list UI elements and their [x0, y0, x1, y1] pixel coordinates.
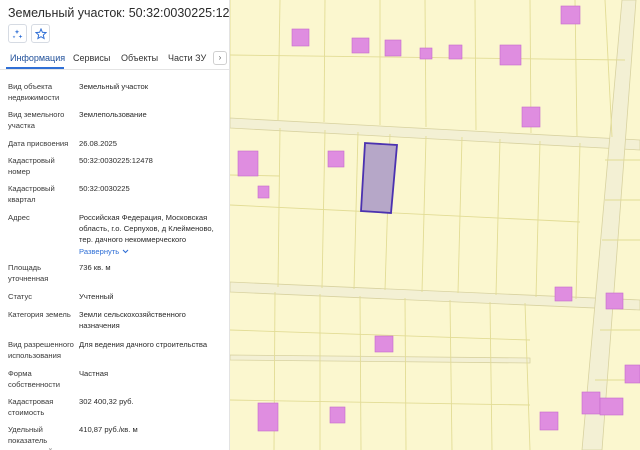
- expand-label: Развернуть: [79, 247, 120, 256]
- tabs-scroll-button[interactable]: ›: [213, 51, 227, 65]
- road: [230, 117, 640, 151]
- chevron-right-icon: ›: [218, 53, 222, 62]
- map-canvas[interactable]: [230, 0, 640, 450]
- row-value-object-type: Земельный участок: [79, 82, 149, 91]
- address-text: Российская Федерация, Московская область…: [79, 213, 214, 244]
- row-value-permitted-use: Для ведения дачного строительства: [79, 340, 208, 349]
- row-value-address: Российская Федерация, Московская область…: [79, 212, 225, 257]
- map-pin-sparkle-icon: [12, 29, 22, 38]
- row-label-cadastral-quarter: Кадастровый квартал: [8, 184, 55, 204]
- row-label-address: Адрес: [8, 213, 30, 222]
- row-label-parcel-type: Вид земельного участка: [8, 110, 65, 130]
- selected-parcel[interactable]: [360, 142, 398, 214]
- row-label-ownership: Форма собственности: [8, 369, 60, 389]
- row-value-assigned-date: 26.08.2025: [79, 139, 118, 148]
- tab-objects[interactable]: Объекты: [121, 53, 158, 63]
- row-label-assigned-date: Дата присвоения: [8, 139, 69, 148]
- row-value-area: 736 кв. м: [79, 263, 111, 272]
- cadastral-map[interactable]: [230, 0, 640, 450]
- row-value-parcel-type: Землепользование: [79, 110, 147, 119]
- row-label-specific-value: Удельный показатель кадастровой: [8, 425, 53, 450]
- row-label-permitted-use: Вид разрешенного использования: [8, 340, 74, 360]
- row-value-cadastral-quarter[interactable]: 50:32:0030225: [79, 183, 225, 194]
- row-value-specific-value: 410,87 руб./кв. м: [79, 425, 138, 434]
- page-title: Земельный участок: 50:32:0030225:12478: [8, 6, 230, 20]
- row-value-land-category: Земли сельскохозяйственного назначения: [79, 310, 186, 330]
- active-tab-indicator: [6, 67, 64, 69]
- row-value-cadastral-number[interactable]: 50:32:0030225:12478: [79, 155, 225, 166]
- tab-bar: Информация Сервисы Объекты Части ЗУ ›: [0, 48, 229, 70]
- row-value-cadastral-value: 302 400,32 руб.: [79, 397, 134, 406]
- row-label-cadastral-number: Кадастровый номер: [8, 156, 55, 176]
- row-label-area: Площадь уточненная: [8, 263, 49, 283]
- row-label-status: Статус: [8, 292, 33, 301]
- map-pin-sparkle-button[interactable]: [8, 24, 27, 43]
- chevron-down-icon: [122, 249, 129, 254]
- info-panel: Земельный участок: 50:32:0030225:12478 И…: [0, 0, 230, 450]
- tab-info[interactable]: Информация: [10, 53, 65, 63]
- expand-address-link[interactable]: Развернуть: [79, 246, 129, 257]
- row-value-ownership: Частная: [79, 369, 109, 378]
- row-label-land-category: Категория земель: [8, 310, 71, 319]
- row-label-cadastral-value: Кадастровая стоимость: [8, 397, 54, 417]
- star-icon: [34, 27, 47, 40]
- buildings: [237, 5, 640, 432]
- parcel-lines: [230, 0, 640, 450]
- row-label-object-type: Вид объекта недвижимости: [8, 82, 60, 102]
- road: [230, 281, 640, 311]
- tab-parcel-parts[interactable]: Части ЗУ: [168, 53, 206, 63]
- favorite-button[interactable]: [31, 24, 50, 43]
- tab-services[interactable]: Сервисы: [73, 53, 110, 63]
- row-value-status: Учтенный: [79, 292, 114, 301]
